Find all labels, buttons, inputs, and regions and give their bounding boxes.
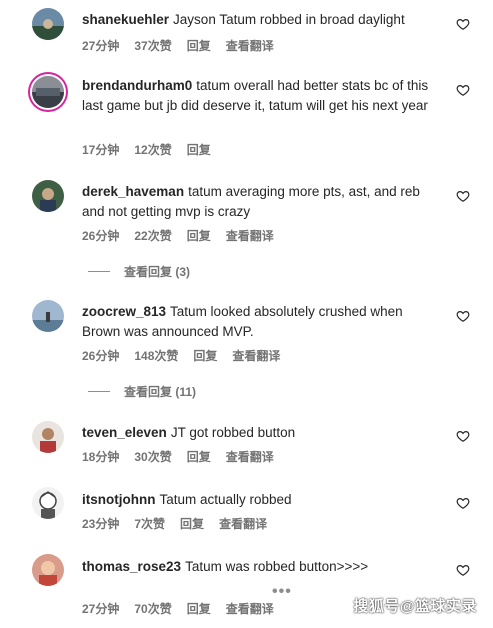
comment-body: thomas_rose23 Tatum was robbed button>>>> bbox=[82, 557, 442, 577]
replies-divider bbox=[88, 391, 110, 392]
avatar[interactable] bbox=[32, 300, 64, 332]
comment-text: Jayson Tatum robbed in broad daylight bbox=[173, 12, 405, 27]
comment-meta: 23分钟 7次赞 回复 查看翻译 bbox=[82, 515, 267, 532]
more-dots-icon[interactable]: ••• bbox=[272, 583, 292, 601]
translate-button[interactable]: 查看翻译 bbox=[226, 37, 274, 54]
comment-meta: 26分钟 148次赞 回复 查看翻译 bbox=[82, 347, 280, 364]
comment-time: 26分钟 bbox=[82, 229, 120, 243]
translate-button[interactable]: 查看翻译 bbox=[226, 600, 274, 617]
heart-outline-icon[interactable] bbox=[456, 429, 470, 443]
view-replies-button[interactable]: 查看回复 (3) bbox=[88, 263, 190, 280]
comment-likes[interactable]: 148次赞 bbox=[134, 347, 178, 364]
comment-likes[interactable]: 70次赞 bbox=[134, 600, 171, 617]
comment-username[interactable]: itsnotjohnn bbox=[82, 492, 155, 507]
comment-meta: 27分钟 70次赞 回复 查看翻译 bbox=[82, 600, 274, 617]
watermark: 搜狐号@篮球实录 bbox=[353, 598, 477, 615]
comment-username[interactable]: zoocrew_813 bbox=[82, 304, 166, 319]
comment-username[interactable]: brendandurham0 bbox=[82, 78, 192, 93]
avatar[interactable] bbox=[32, 76, 64, 108]
comment-body: zoocrew_813 Tatum looked absolutely crush… bbox=[82, 302, 442, 342]
avatar[interactable] bbox=[32, 421, 64, 453]
avatar[interactable] bbox=[32, 8, 64, 40]
comment-time: 27分钟 bbox=[82, 39, 120, 53]
comment-meta: 18分钟 30次赞 回复 查看翻译 bbox=[82, 448, 274, 465]
heart-outline-icon[interactable] bbox=[456, 563, 470, 577]
translate-button[interactable]: 查看翻译 bbox=[219, 515, 267, 532]
heart-outline-icon[interactable] bbox=[456, 496, 470, 510]
translate-button[interactable]: 查看翻译 bbox=[226, 227, 274, 244]
translate-button[interactable]: 查看翻译 bbox=[232, 347, 280, 364]
reply-button[interactable]: 回复 bbox=[193, 347, 217, 364]
heart-outline-icon[interactable] bbox=[456, 83, 470, 97]
comment-body: teven_eleven JT got robbed button bbox=[82, 423, 442, 443]
comment-text: Tatum was robbed button>>>> bbox=[185, 559, 369, 574]
view-replies-button[interactable]: 查看回复 (11) bbox=[88, 383, 196, 400]
heart-outline-icon[interactable] bbox=[456, 189, 470, 203]
comment-username[interactable]: derek_haveman bbox=[82, 184, 184, 199]
reply-button[interactable]: 回复 bbox=[187, 227, 211, 244]
comment-likes[interactable]: 7次赞 bbox=[134, 515, 165, 532]
comment-likes[interactable]: 30次赞 bbox=[134, 448, 171, 465]
reply-button[interactable]: 回复 bbox=[187, 141, 211, 158]
comment-time: 23分钟 bbox=[82, 517, 120, 531]
comment-meta: 27分钟 37次赞 回复 查看翻译 bbox=[82, 37, 274, 54]
comment-body: brendandurham0 tatum overall had better s… bbox=[82, 76, 442, 116]
comment-body: derek_haveman tatum averaging more pts, a… bbox=[82, 182, 442, 222]
reply-button[interactable]: 回复 bbox=[180, 515, 204, 532]
comment-username[interactable]: shanekuehler bbox=[82, 12, 169, 27]
reply-button[interactable]: 回复 bbox=[187, 600, 211, 617]
comment-body: shanekuehler Jayson Tatum robbed in broad… bbox=[82, 10, 442, 30]
reply-button[interactable]: 回复 bbox=[187, 37, 211, 54]
comment-time: 17分钟 bbox=[82, 143, 120, 157]
comment-text: JT got robbed button bbox=[170, 425, 296, 440]
comment-meta: 17分钟 12次赞 回复 bbox=[82, 141, 211, 158]
avatar[interactable] bbox=[32, 487, 64, 519]
comment-likes[interactable]: 37次赞 bbox=[134, 37, 171, 54]
reply-button[interactable]: 回复 bbox=[187, 448, 211, 465]
replies-divider bbox=[88, 271, 110, 272]
comment-username[interactable]: thomas_rose23 bbox=[82, 559, 181, 574]
translate-button[interactable]: 查看翻译 bbox=[226, 448, 274, 465]
avatar[interactable] bbox=[32, 554, 64, 586]
heart-outline-icon[interactable] bbox=[456, 17, 470, 31]
comment-text: Tatum actually robbed bbox=[159, 492, 292, 507]
heart-outline-icon[interactable] bbox=[456, 309, 470, 323]
comment-username[interactable]: teven_eleven bbox=[82, 425, 167, 440]
comment-time: 18分钟 bbox=[82, 450, 120, 464]
comment-likes[interactable]: 22次赞 bbox=[134, 227, 171, 244]
comment-time: 26分钟 bbox=[82, 349, 120, 363]
comment-body: itsnotjohnn Tatum actually robbed bbox=[82, 490, 442, 510]
view-replies-label[interactable]: 查看回复 (11) bbox=[124, 383, 196, 400]
comment-likes[interactable]: 12次赞 bbox=[134, 141, 171, 158]
view-replies-label[interactable]: 查看回复 (3) bbox=[124, 263, 190, 280]
comment-meta: 26分钟 22次赞 回复 查看翻译 bbox=[82, 227, 274, 244]
avatar[interactable] bbox=[32, 180, 64, 212]
comment-time: 27分钟 bbox=[82, 602, 120, 616]
